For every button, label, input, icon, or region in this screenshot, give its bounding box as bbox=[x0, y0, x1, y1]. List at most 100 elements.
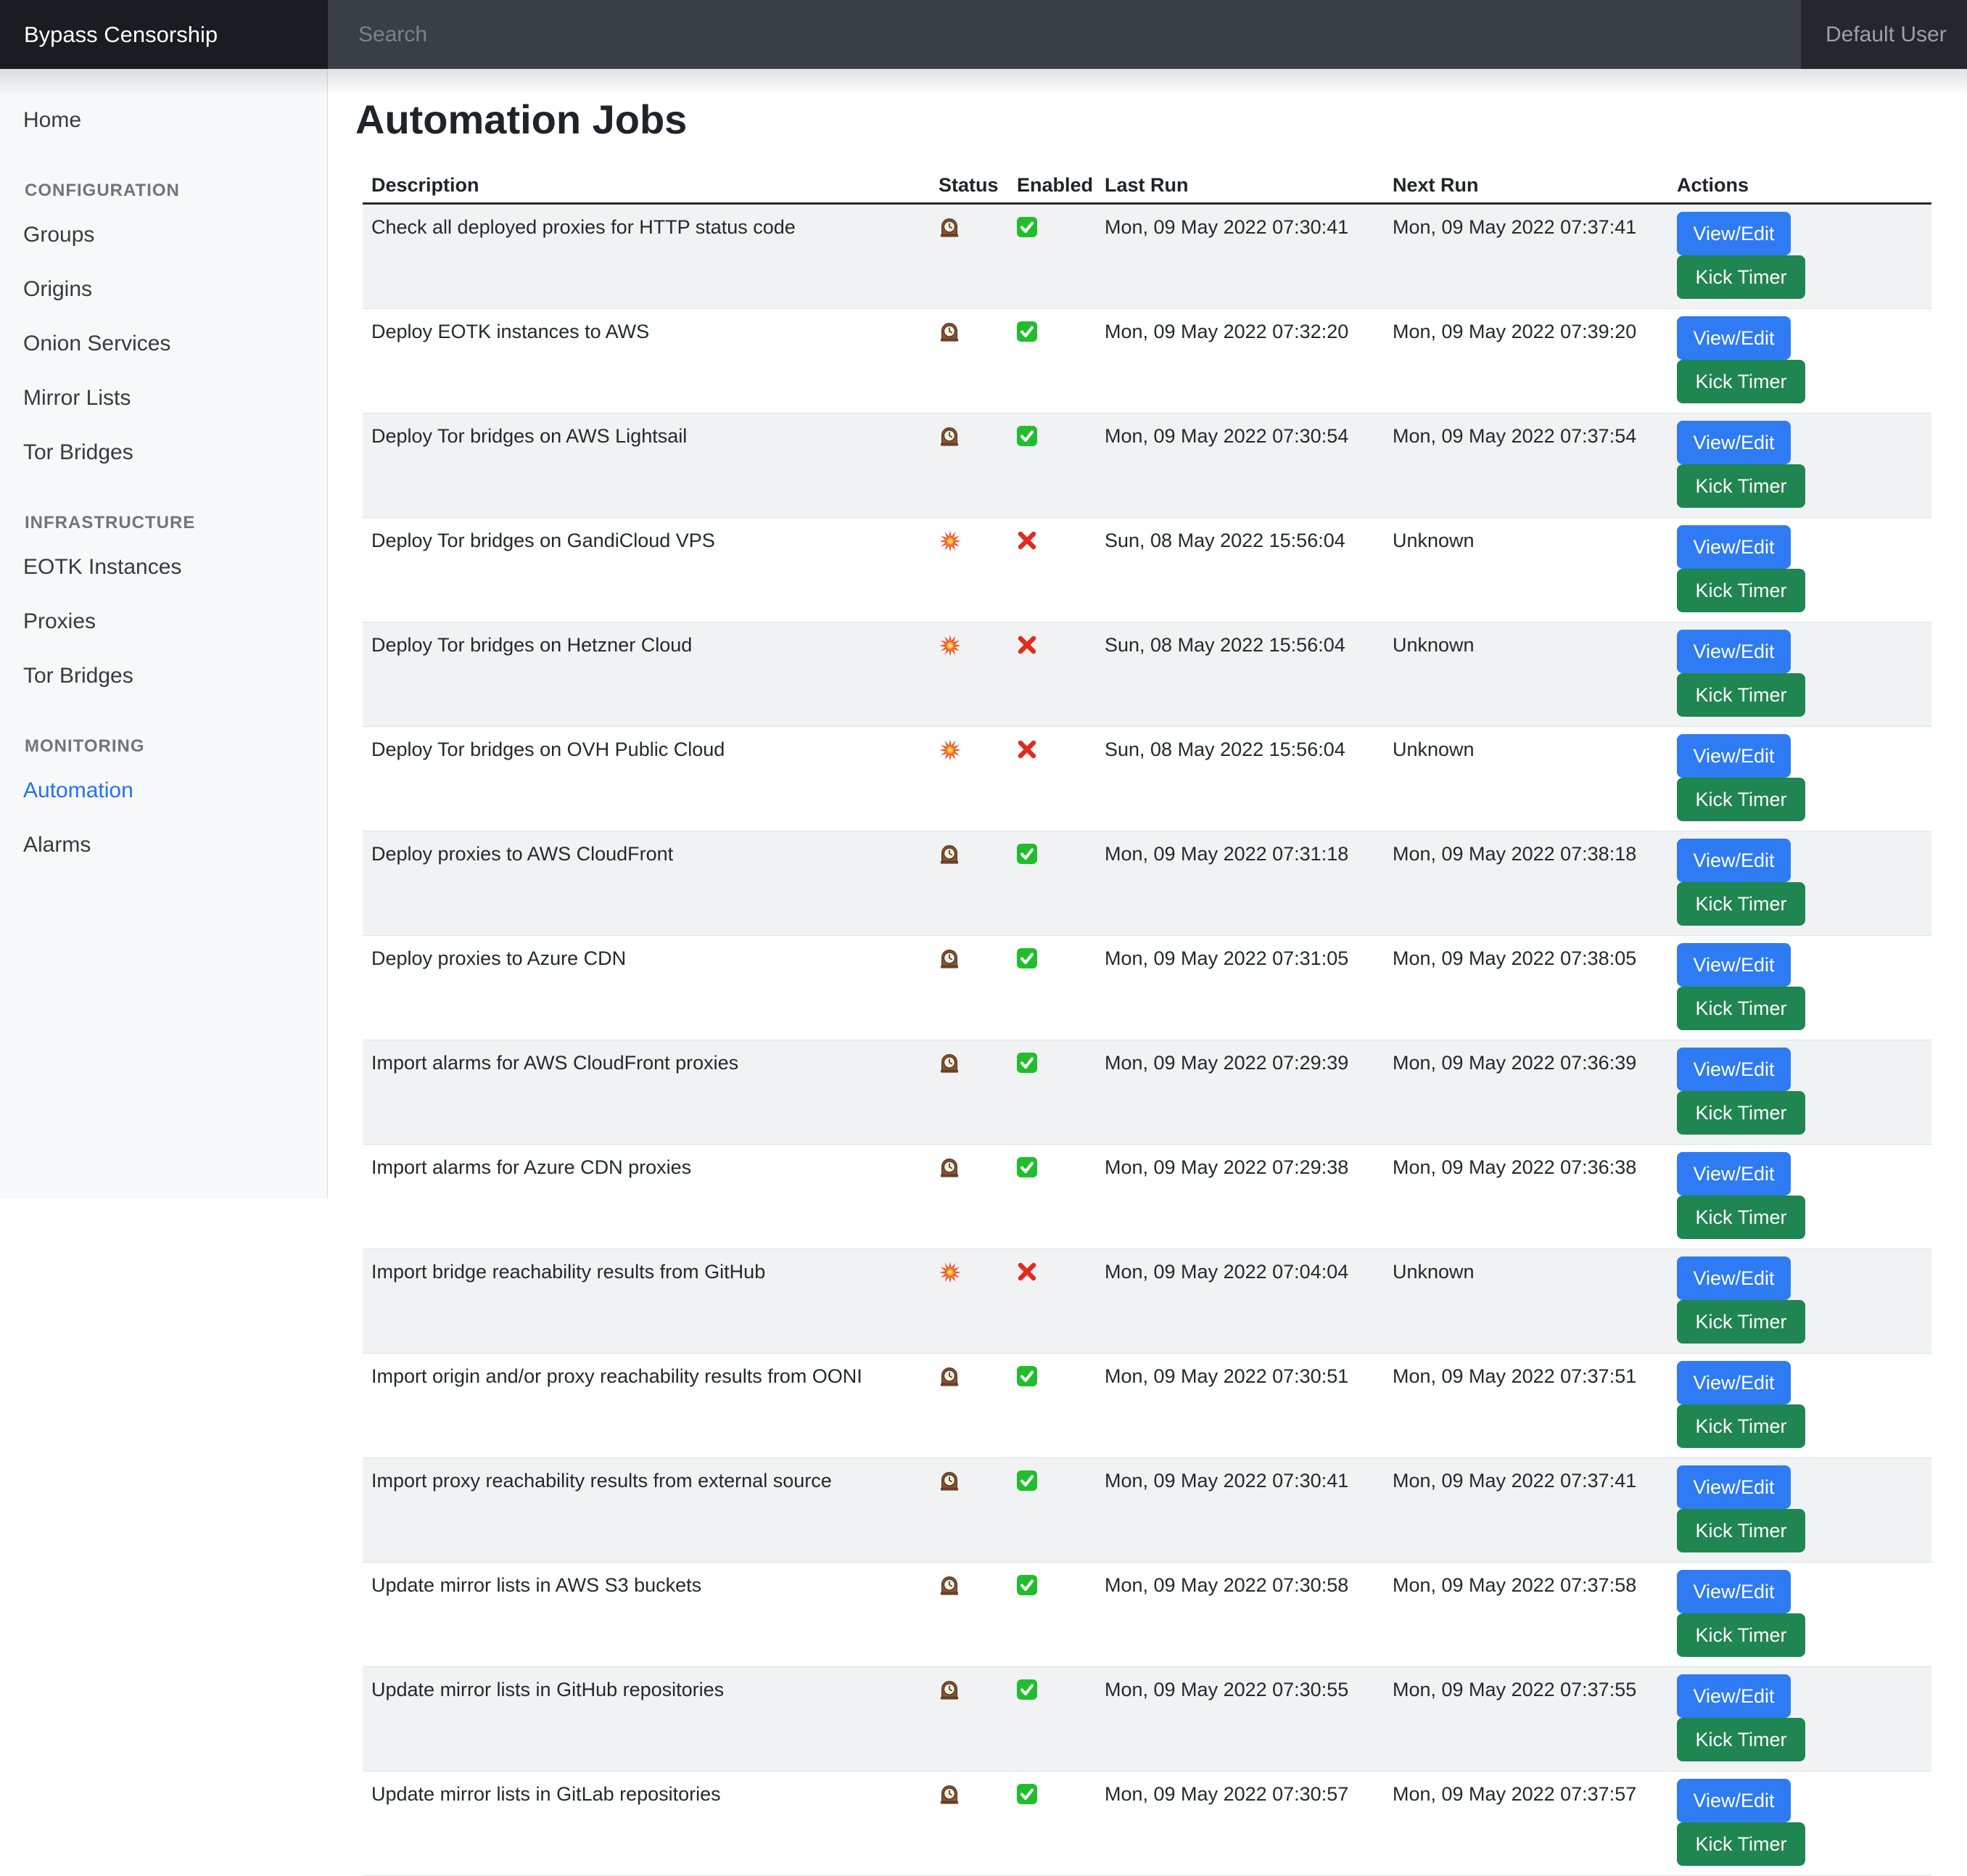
job-last-run: Sun, 08 May 2022 15:56:04 bbox=[1096, 518, 1384, 622]
table-row: Update mirror lists in GitLab repositori… bbox=[363, 1772, 1931, 1876]
user-menu-label: Default User bbox=[1826, 22, 1947, 47]
job-next-run: Unknown bbox=[1384, 727, 1668, 831]
job-description: Deploy EOTK instances to AWS bbox=[363, 309, 930, 414]
check-mark-icon bbox=[1017, 1470, 1037, 1491]
mantel-clock-icon bbox=[939, 947, 960, 969]
table-row: Import origin and/or proxy reachability … bbox=[363, 1354, 1931, 1458]
table-header-row: Description Status Enabled Last Run Next… bbox=[363, 168, 1931, 204]
sidebar-item-alarms[interactable]: Alarms bbox=[0, 818, 327, 872]
view-edit-button[interactable]: View/Edit bbox=[1677, 316, 1791, 360]
job-last-run: Sun, 08 May 2022 15:56:04 bbox=[1096, 622, 1384, 727]
view-edit-button[interactable]: View/Edit bbox=[1677, 839, 1791, 882]
kick-timer-button[interactable]: Kick Timer bbox=[1677, 360, 1805, 403]
view-edit-button[interactable]: View/Edit bbox=[1677, 734, 1791, 778]
table-row: Import proxy reachability results from e… bbox=[363, 1458, 1931, 1563]
view-edit-button[interactable]: View/Edit bbox=[1677, 1048, 1791, 1091]
job-next-run: Mon, 09 May 2022 07:37:41 bbox=[1384, 204, 1668, 309]
column-header-next-run: Next Run bbox=[1384, 168, 1668, 204]
job-next-run: Unknown bbox=[1384, 1249, 1668, 1354]
kick-timer-button[interactable]: Kick Timer bbox=[1677, 1718, 1805, 1761]
table-row: Deploy Tor bridges on AWS Lightsail bbox=[363, 414, 1931, 518]
table-row: Update mirror lists in GitHub repositori… bbox=[363, 1667, 1931, 1772]
view-edit-button[interactable]: View/Edit bbox=[1677, 630, 1791, 673]
sidebar-item-proxies[interactable]: Proxies bbox=[0, 594, 327, 649]
kick-timer-button[interactable]: Kick Timer bbox=[1677, 882, 1805, 926]
column-header-last-run: Last Run bbox=[1096, 168, 1384, 204]
job-last-run: Sun, 08 May 2022 15:56:04 bbox=[1096, 727, 1384, 831]
sidebar-item-mirror-lists[interactable]: Mirror Lists bbox=[0, 371, 327, 425]
view-edit-button[interactable]: View/Edit bbox=[1677, 1674, 1791, 1718]
view-edit-button[interactable]: View/Edit bbox=[1677, 525, 1791, 569]
kick-timer-button[interactable]: Kick Timer bbox=[1677, 255, 1805, 299]
top-navbar: Bypass Censorship Default User bbox=[0, 0, 1967, 69]
table-row: Import bridge reachability results from … bbox=[363, 1249, 1931, 1354]
sidebar-item-origins[interactable]: Origins bbox=[0, 262, 327, 316]
table-row: Update mirror lists in AWS S3 buckets bbox=[363, 1563, 1931, 1667]
kick-timer-button[interactable]: Kick Timer bbox=[1677, 1300, 1805, 1344]
job-next-run: Mon, 09 May 2022 07:38:18 bbox=[1384, 831, 1668, 936]
kick-timer-button[interactable]: Kick Timer bbox=[1677, 1509, 1805, 1552]
search-input[interactable] bbox=[358, 0, 1736, 69]
kick-timer-button[interactable]: Kick Timer bbox=[1677, 987, 1805, 1030]
table-row: Deploy Tor bridges on Hetzner Cloud bbox=[363, 622, 1931, 727]
sidebar-item-home[interactable]: Home bbox=[0, 93, 327, 147]
check-mark-icon bbox=[1017, 1679, 1037, 1700]
job-next-run: Mon, 09 May 2022 07:36:38 bbox=[1384, 1145, 1668, 1249]
view-edit-button[interactable]: View/Edit bbox=[1677, 1465, 1791, 1509]
job-next-run: Unknown bbox=[1384, 518, 1668, 622]
mantel-clock-icon bbox=[939, 1574, 960, 1596]
kick-timer-button[interactable]: Kick Timer bbox=[1677, 464, 1805, 508]
mantel-clock-icon bbox=[939, 1156, 960, 1178]
jobs-table: Description Status Enabled Last Run Next… bbox=[363, 168, 1931, 1876]
check-mark-icon bbox=[1017, 1366, 1037, 1386]
user-menu[interactable]: Default User bbox=[1801, 0, 1967, 69]
mantel-clock-icon bbox=[939, 1365, 960, 1387]
job-last-run: Mon, 09 May 2022 07:30:55 bbox=[1096, 1667, 1384, 1772]
mantel-clock-icon bbox=[939, 216, 960, 238]
kick-timer-button[interactable]: Kick Timer bbox=[1677, 1822, 1805, 1866]
sidebar-item-onion-services[interactable]: Onion Services bbox=[0, 316, 327, 371]
mantel-clock-icon bbox=[939, 1679, 960, 1700]
column-header-actions: Actions bbox=[1668, 168, 1931, 204]
job-next-run: Mon, 09 May 2022 07:37:55 bbox=[1384, 1667, 1668, 1772]
mantel-clock-icon bbox=[939, 843, 960, 865]
job-next-run: Mon, 09 May 2022 07:39:20 bbox=[1384, 309, 1668, 414]
view-edit-button[interactable]: View/Edit bbox=[1677, 212, 1791, 255]
view-edit-button[interactable]: View/Edit bbox=[1677, 1256, 1791, 1300]
job-description: Import bridge reachability results from … bbox=[363, 1249, 930, 1354]
table-row: Import alarms for AWS CloudFront proxies bbox=[363, 1040, 1931, 1145]
kick-timer-button[interactable]: Kick Timer bbox=[1677, 673, 1805, 717]
view-edit-button[interactable]: View/Edit bbox=[1677, 943, 1791, 987]
view-edit-button[interactable]: View/Edit bbox=[1677, 1779, 1791, 1822]
check-mark-icon bbox=[1017, 217, 1037, 237]
mantel-clock-icon bbox=[939, 1783, 960, 1805]
view-edit-button[interactable]: View/Edit bbox=[1677, 421, 1791, 464]
kick-timer-button[interactable]: Kick Timer bbox=[1677, 778, 1805, 821]
kick-timer-button[interactable]: Kick Timer bbox=[1677, 1196, 1805, 1239]
column-header-enabled: Enabled bbox=[1008, 168, 1096, 204]
job-last-run: Mon, 09 May 2022 07:31:18 bbox=[1096, 831, 1384, 936]
sidebar-item-automation[interactable]: Automation bbox=[0, 763, 327, 818]
job-last-run: Mon, 09 May 2022 07:31:05 bbox=[1096, 936, 1384, 1040]
sidebar-item-tor-bridges-infra[interactable]: Tor Bridges bbox=[0, 649, 327, 703]
job-last-run: Mon, 09 May 2022 07:32:20 bbox=[1096, 309, 1384, 414]
job-description: Deploy Tor bridges on GandiCloud VPS bbox=[363, 518, 930, 622]
check-mark-icon bbox=[1017, 844, 1037, 864]
check-mark-icon bbox=[1017, 426, 1037, 446]
sidebar-section-monitoring: MONITORING bbox=[0, 732, 327, 761]
main-content: Automation Jobs Description Status Enabl… bbox=[329, 69, 1967, 1198]
sidebar-item-groups[interactable]: Groups bbox=[0, 207, 327, 262]
kick-timer-button[interactable]: Kick Timer bbox=[1677, 1404, 1805, 1448]
kick-timer-button[interactable]: Kick Timer bbox=[1677, 1613, 1805, 1657]
view-edit-button[interactable]: View/Edit bbox=[1677, 1361, 1791, 1404]
kick-timer-button[interactable]: Kick Timer bbox=[1677, 1091, 1805, 1135]
table-row: Import alarms for Azure CDN proxies bbox=[363, 1145, 1931, 1249]
kick-timer-button[interactable]: Kick Timer bbox=[1677, 569, 1805, 612]
job-next-run: Mon, 09 May 2022 07:36:39 bbox=[1384, 1040, 1668, 1145]
brand[interactable]: Bypass Censorship bbox=[0, 0, 328, 69]
view-edit-button[interactable]: View/Edit bbox=[1677, 1570, 1791, 1613]
check-mark-icon bbox=[1017, 321, 1037, 342]
sidebar-item-eotk-instances[interactable]: EOTK Instances bbox=[0, 540, 327, 594]
sidebar-item-tor-bridges[interactable]: Tor Bridges bbox=[0, 425, 327, 480]
view-edit-button[interactable]: View/Edit bbox=[1677, 1152, 1791, 1196]
